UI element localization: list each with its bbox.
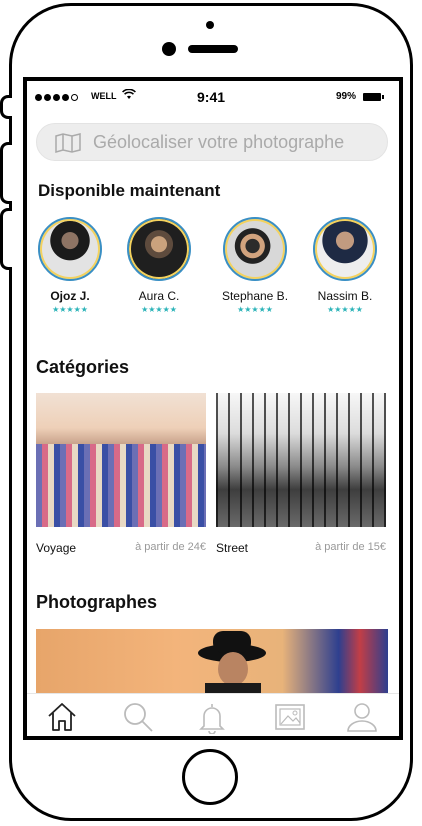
categories-title: Catégories xyxy=(36,357,130,377)
wifi-icon xyxy=(122,88,136,103)
category-image xyxy=(216,393,386,527)
geolocate-search-bar[interactable]: Géolocaliser votre photographe xyxy=(36,123,388,161)
signal-strength-icon xyxy=(35,94,78,101)
photographer-name: Ojoz J. xyxy=(50,289,90,303)
avatar xyxy=(38,217,102,281)
search-input[interactable]: Géolocaliser votre photographe xyxy=(93,132,344,153)
clock: 9:41 xyxy=(197,89,226,105)
battery-icon xyxy=(363,93,384,101)
map-icon xyxy=(55,133,81,158)
profile-icon[interactable] xyxy=(345,700,379,734)
photographer-card[interactable]: Ojoz J. ★★★★★ xyxy=(30,217,110,314)
volume-down-button xyxy=(0,208,12,270)
gallery-icon[interactable] xyxy=(273,700,307,734)
category-card-voyage[interactable]: Voyage à partir de 24€ xyxy=(36,393,206,555)
avatar xyxy=(223,217,287,281)
photographers-title: Photographes xyxy=(36,592,158,612)
photographer-card[interactable]: Aura C. ★★★★★ xyxy=(119,217,199,314)
category-price: à partir de 15€ xyxy=(315,541,386,553)
rating-stars: ★★★★★ xyxy=(327,305,363,314)
avatar xyxy=(313,217,377,281)
mute-switch xyxy=(0,95,12,119)
home-icon[interactable] xyxy=(45,700,79,734)
rating-stars: ★★★★★ xyxy=(52,305,88,314)
photographer-name: Aura C. xyxy=(138,289,180,303)
search-icon[interactable] xyxy=(121,700,155,734)
available-now-title: Disponible maintenant xyxy=(38,181,221,200)
sensor-dot xyxy=(206,21,214,29)
tab-bar xyxy=(27,693,399,736)
status-bar: WELL 9:41 99% xyxy=(27,81,399,117)
photographer-card[interactable]: Nassim B. ★★★★★ xyxy=(305,217,385,314)
photographer-name: Stephane B. xyxy=(221,289,289,303)
front-camera xyxy=(162,42,176,56)
category-label: Street xyxy=(216,541,249,555)
home-button[interactable] xyxy=(182,749,238,805)
earpiece-speaker xyxy=(188,45,238,53)
app-screen: WELL 9:41 99% Géolocaliser votre photogr… xyxy=(23,77,403,740)
rating-stars: ★★★★★ xyxy=(237,305,273,314)
avatar xyxy=(127,217,191,281)
category-image xyxy=(36,393,206,527)
volume-up-button xyxy=(0,142,12,204)
photographer-name: Nassim B. xyxy=(317,289,373,303)
photographer-card[interactable]: Stephane B. ★★★★★ xyxy=(215,217,295,314)
category-price: à partir de 24€ xyxy=(135,541,206,553)
rating-stars: ★★★★★ xyxy=(141,305,177,314)
category-card-street[interactable]: Street à partir de 15€ xyxy=(216,393,386,555)
carrier-label: WELL xyxy=(91,91,117,101)
bell-icon[interactable] xyxy=(195,700,229,735)
category-label: Voyage xyxy=(36,541,77,555)
photographer-portrait xyxy=(198,631,266,695)
battery-percentage: 99% xyxy=(336,91,357,102)
